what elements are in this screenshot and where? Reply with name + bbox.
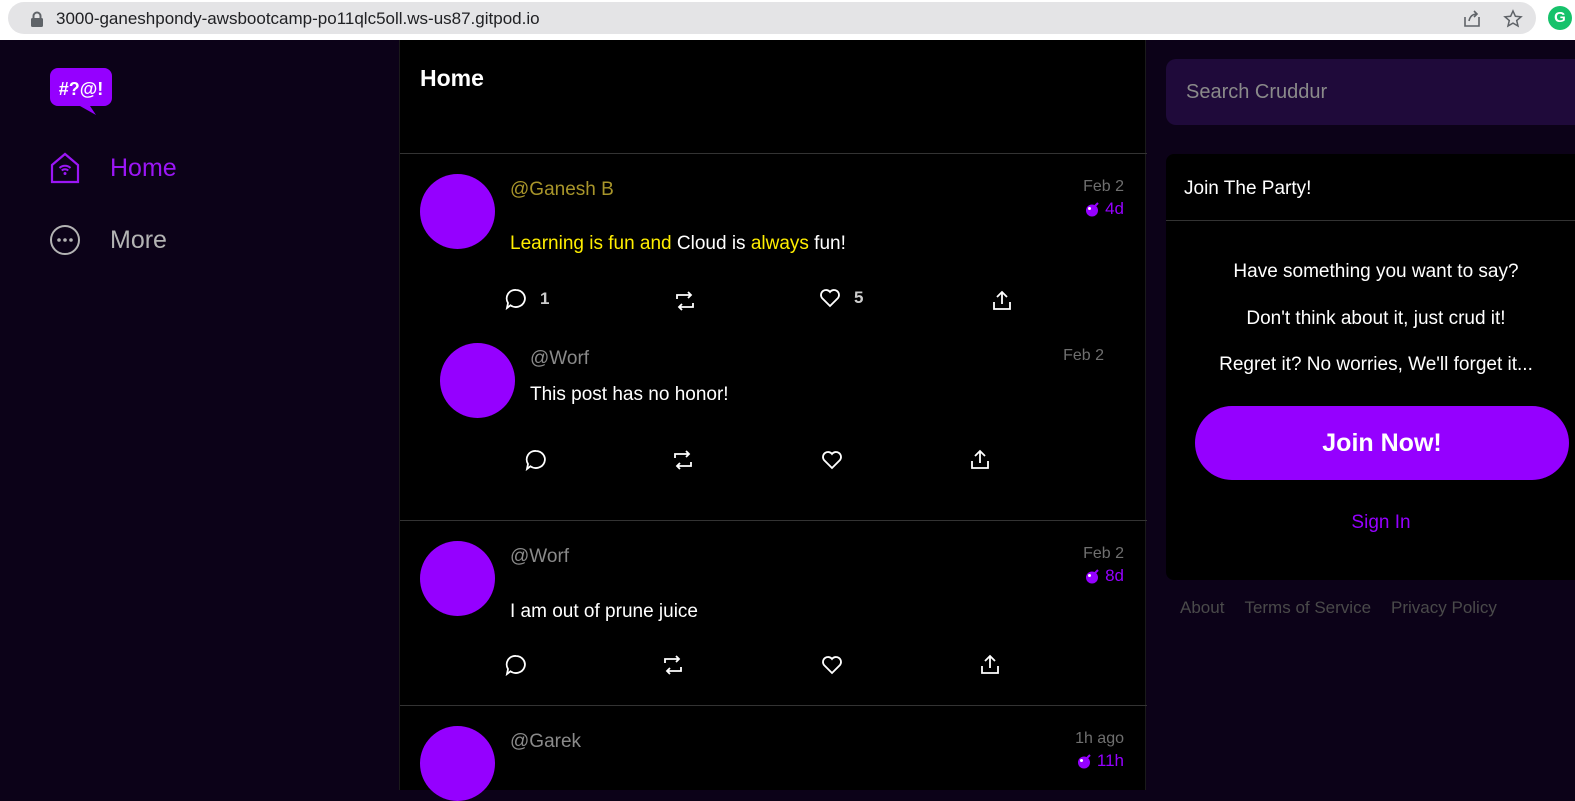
right-panel: Join The Party! Have something you want … [1146, 40, 1575, 790]
sidebar: #?@! Home More [0, 40, 399, 790]
bomb-icon [1086, 569, 1099, 584]
avatar[interactable] [420, 541, 495, 616]
repost-button[interactable] [661, 653, 685, 677]
logo-text: #?@! [59, 79, 104, 99]
search-input[interactable] [1166, 59, 1575, 125]
sidebar-item-home[interactable]: Home [48, 148, 177, 188]
join-now-button[interactable]: Join Now! [1195, 406, 1569, 480]
post-handle[interactable]: @Ganesh B [510, 179, 614, 201]
sidebar-item-label: Home [110, 153, 177, 182]
post-expires-time: 4d [1085, 199, 1124, 219]
more-icon [50, 225, 80, 255]
sign-in-link[interactable]: Sign In [1166, 512, 1575, 534]
like-button[interactable]: 5 [818, 286, 863, 310]
post-divider [400, 705, 1147, 706]
footer-link-terms[interactable]: Terms of Service [1244, 598, 1371, 618]
share-button[interactable] [968, 448, 992, 472]
like-button[interactable] [820, 448, 844, 472]
feed-header: Home [400, 40, 1147, 154]
reply-button[interactable] [524, 448, 548, 472]
share-icon [981, 654, 999, 674]
lock-icon [31, 11, 43, 27]
reply-button[interactable]: 1 [504, 287, 549, 311]
reply-avatar[interactable] [440, 343, 515, 418]
heart-icon [820, 289, 840, 308]
cruddur-logo[interactable]: #?@! [50, 64, 112, 116]
bomb-icon [1086, 202, 1099, 217]
page-title: Home [420, 65, 484, 91]
post-divider [400, 520, 1147, 521]
post-handle[interactable]: @Garek [510, 731, 581, 753]
post-expires-time: 8d [1085, 566, 1124, 586]
reply-created-time: Feb 2 [1063, 347, 1104, 364]
post-expires-time: 11h [1077, 751, 1124, 771]
reply-icon [505, 655, 526, 677]
reply-icon [525, 450, 546, 472]
like-count: 5 [854, 288, 864, 307]
browser-toolbar: 3000-ganeshpondy-awsbootcamp-po11qlc5oll… [0, 0, 1575, 40]
avatar[interactable] [420, 174, 495, 249]
party-divider [1166, 220, 1575, 221]
address-bar[interactable]: 3000-ganeshpondy-awsbootcamp-po11qlc5oll… [8, 2, 1536, 34]
url-text: 3000-ganeshpondy-awsbootcamp-po11qlc5oll… [56, 9, 540, 28]
repost-icon [676, 291, 694, 311]
share-button[interactable] [978, 653, 1002, 677]
post-created-time: Feb 2 [1083, 545, 1124, 562]
party-text-line: Have something you want to say? [1233, 261, 1519, 282]
share-icon [993, 290, 1011, 310]
home-icon [50, 152, 80, 184]
repost-icon [664, 655, 682, 675]
share-page-icon[interactable] [1462, 9, 1482, 29]
post-message: I am out of prune juice [510, 601, 698, 622]
reply-handle[interactable]: @Worf [530, 348, 589, 370]
post-created-time: 1h ago [1075, 730, 1124, 747]
share-button[interactable] [990, 289, 1014, 313]
party-title: Join The Party! [1184, 178, 1312, 199]
party-text-line: Don't think about it, just crud it! [1246, 308, 1506, 329]
share-icon [971, 449, 989, 469]
reply-count: 1 [540, 289, 550, 308]
repost-button[interactable] [673, 289, 697, 313]
post-created-time: Feb 2 [1083, 178, 1124, 195]
post-message: Learning is fun and Cloud is always fun! [510, 233, 846, 254]
sidebar-item-more[interactable]: More [48, 220, 167, 260]
sidebar-item-label: More [110, 225, 167, 254]
heart-icon [822, 451, 842, 470]
grammarly-extension-icon[interactable]: G [1548, 6, 1572, 30]
join-party-card: Join The Party! Have something you want … [1166, 154, 1575, 580]
feed: Home @Ganesh B Feb 2 4d Learning is fun … [399, 40, 1147, 801]
reply-button[interactable] [504, 653, 528, 677]
bomb-icon [1077, 754, 1091, 769]
footer-links: About Terms of Service Privacy Policy [1180, 598, 1517, 618]
heart-icon [822, 656, 842, 675]
party-text-line: Regret it? No worries, We'll forget it..… [1219, 354, 1533, 375]
like-button[interactable] [820, 653, 844, 677]
repost-button[interactable] [671, 448, 695, 472]
reply-message: This post has no honor! [530, 384, 729, 405]
post-handle[interactable]: @Worf [510, 546, 569, 568]
repost-icon [674, 450, 692, 470]
footer-link-privacy[interactable]: Privacy Policy [1391, 598, 1497, 618]
bookmark-star-icon[interactable] [1503, 9, 1523, 29]
footer-link-about[interactable]: About [1180, 598, 1224, 618]
reply-icon [505, 289, 526, 311]
